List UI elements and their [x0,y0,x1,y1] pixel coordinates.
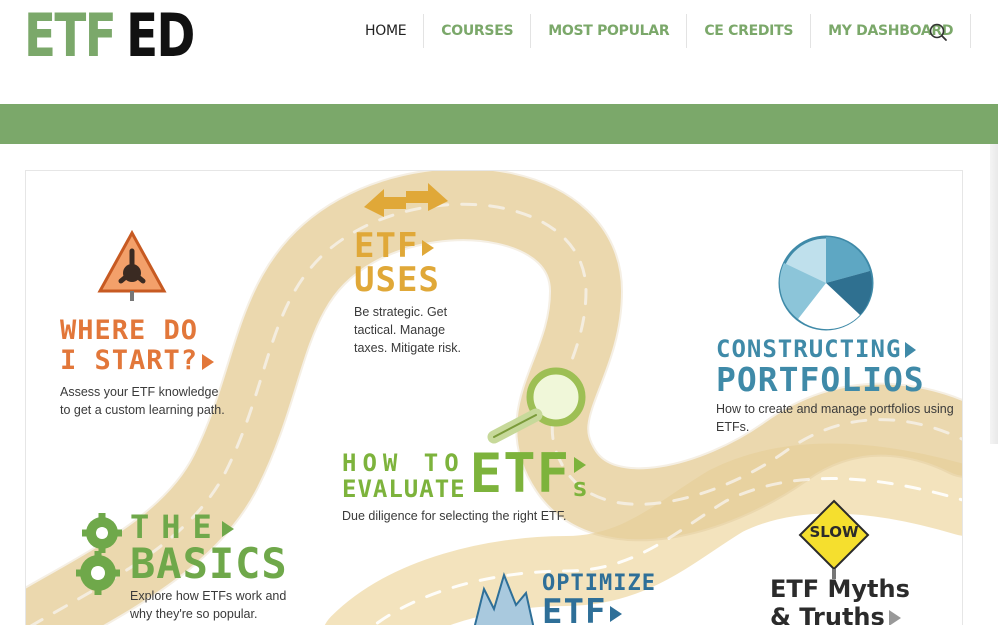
green-banner [0,104,998,144]
myths-title-line2: & Truths [770,603,910,625]
portfolios-title-line2: PORTFOLIOS [716,360,925,399]
arrow-right-icon [574,457,587,473]
how-to-evaluate-section[interactable]: HOW TO EVALUATE ETF s Due diligence for … [342,447,622,525]
portfolios-title-text: CONSTRUCTING [716,335,902,363]
logo-ed: ED [126,1,195,71]
constructing-portfolios-section[interactable]: CONSTRUCTING PORTFOLIOS How to create an… [716,335,962,436]
basics-title-line2: BASICS [130,539,288,588]
evaluate-description: Due diligence for selecting the right ET… [342,509,567,523]
evaluate-title-etf: ETF [469,442,571,505]
arrow-right-icon [905,342,917,358]
nav-ce-credits[interactable]: CE CREDITS [687,14,812,48]
myths-title-line1: ETF Myths [770,575,910,603]
optimize-title-line2: ETF [542,595,656,625]
where-title-text: I START? [60,345,199,376]
swap-arrows-icon [362,183,450,228]
where-do-i-start-section[interactable]: WHERE DO I START? Assess your ETF knowle… [60,317,230,419]
evaluate-title-s: s [572,473,589,503]
uses-title-line1: ETF [354,229,464,263]
logo-etf: ETF [24,1,117,71]
warning-sign-icon [96,229,168,306]
arrow-right-icon [202,353,215,370]
evaluate-title-left: HOW TO EVALUATE [342,451,466,501]
where-title-line2: I START? [60,347,230,374]
gears-icon [72,511,132,600]
where-description: Assess your ETF knowledge to get a custo… [60,385,225,417]
learning-map: WHERE DO I START? Assess your ETF knowle… [25,170,963,625]
etf-uses-section[interactable]: ETF USES Be strategic. Get tactical. Man… [354,229,464,357]
uses-description: Be strategic. Get tactical. Manage taxes… [354,305,461,355]
evaluate-title: HOW TO EVALUATE ETF s [342,442,622,505]
nav-courses[interactable]: COURSES [424,14,532,48]
arrow-right-icon [221,521,234,537]
basics-description: Explore how ETFs work and why they're so… [130,589,287,621]
optimize-etf-section[interactable]: OPTIMIZE ETF [542,573,656,625]
evaluate-title-suffix: s [572,457,589,501]
main-nav: HOME COURSES MOST POPULAR CE CREDITS MY … [348,14,972,48]
site-header: ETF ED HOME COURSES MOST POPULAR CE CREDI… [0,0,998,104]
nav-most-popular[interactable]: MOST POPULAR [531,14,688,48]
nav-home[interactable]: HOME [348,14,425,48]
slow-sign-label: SLOW [809,523,859,541]
mountain-chart-icon [473,569,535,625]
search-icon[interactable] [926,20,950,44]
slow-sign-icon: SLOW [798,499,870,584]
optimize-title-text: ETF [542,592,607,625]
site-logo[interactable]: ETF ED [24,1,195,71]
evaluate-title-line2: EVALUATE [342,475,466,503]
portfolios-title-line1: CONSTRUCTING [716,335,962,363]
magnifying-glass-icon [474,367,594,452]
myths-title-text: & Truths [770,603,885,625]
etf-myths-section[interactable]: ETF Myths & Truths [770,575,910,625]
arrow-right-icon [610,605,623,622]
evaluate-title-line1: HOW TO [342,449,465,477]
side-divider [990,144,998,444]
pie-chart-icon [776,233,876,338]
arrow-right-icon [422,239,435,256]
portfolios-description: How to create and manage portfolios usin… [716,402,954,434]
uses-title-line2: USES [354,260,440,300]
arrow-right-icon [888,610,901,625]
where-title-line1: WHERE DO [60,315,199,346]
the-basics-section[interactable]: THE BASICS Explore how ETFs work and why… [130,511,300,623]
